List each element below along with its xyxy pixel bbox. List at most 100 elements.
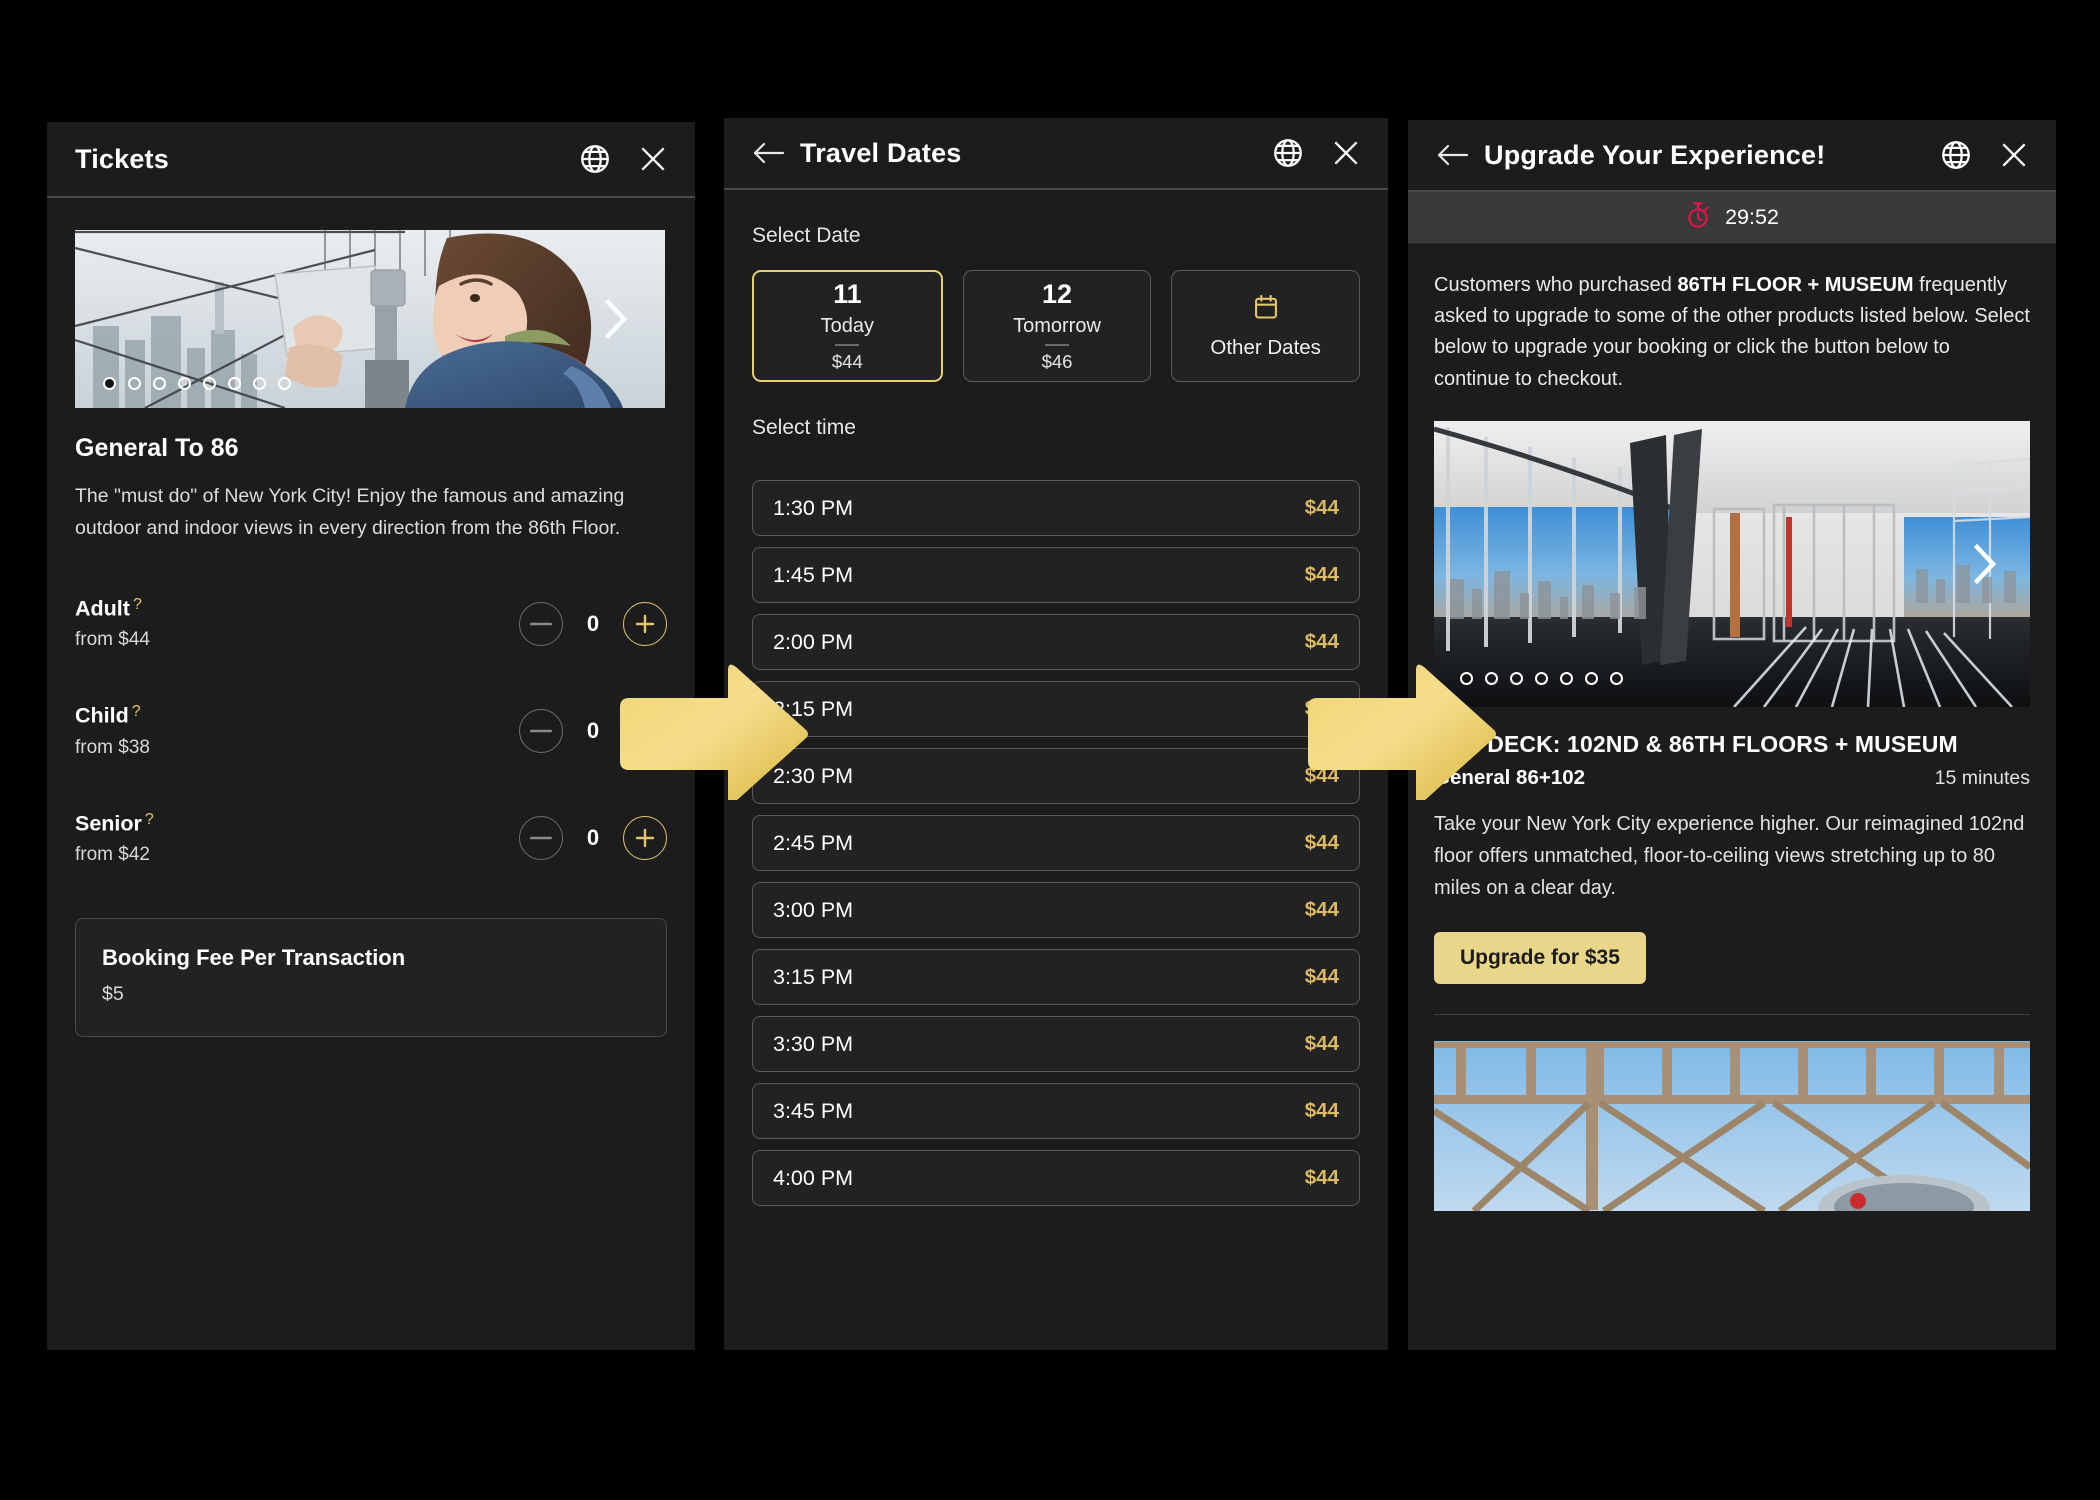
carousel-dot[interactable] (1510, 671, 1523, 685)
date-card-other[interactable]: Other Dates (1171, 270, 1361, 382)
time-price: $44 (1304, 563, 1339, 586)
time-slot[interactable]: 3:45 PM $44 (752, 1083, 1360, 1139)
chevron-right-icon[interactable] (601, 296, 631, 342)
carousel-dot[interactable] (1535, 671, 1548, 685)
carousel-dot[interactable] (278, 377, 291, 390)
carousel-dot[interactable] (203, 377, 216, 390)
header-icons (1270, 135, 1364, 171)
carousel-dots[interactable] (103, 377, 291, 390)
time-price: $44 (1304, 965, 1339, 988)
help-icon[interactable]: ? (145, 811, 154, 828)
time-slot[interactable]: 2:45 PM $44 (752, 815, 1360, 871)
carousel-dot[interactable] (228, 377, 241, 390)
time-slot[interactable]: 2:00 PM $44 (752, 614, 1360, 670)
upgrade-button[interactable]: Upgrade for $35 (1434, 931, 1646, 984)
page-title: Tickets (75, 143, 169, 174)
time-label: 3:45 PM (773, 1098, 854, 1123)
time-slot[interactable]: 3:30 PM $44 (752, 1016, 1360, 1072)
page-title: Upgrade Your Experience! (1484, 139, 1826, 170)
date-price: $46 (1041, 351, 1073, 372)
passenger-price: from $42 (75, 844, 150, 866)
product-carousel[interactable] (75, 230, 665, 408)
quantity-value: 0 (586, 610, 600, 636)
time-slot[interactable]: 4:00 PM $44 (752, 1150, 1360, 1206)
booking-fee-amount: $5 (102, 983, 124, 1006)
intro-part1: Customers who purchased (1434, 274, 1678, 296)
time-label: 1:30 PM (773, 495, 854, 520)
time-slot[interactable]: 3:15 PM $44 (752, 949, 1360, 1005)
decrement-button[interactable] (519, 601, 563, 646)
quantity-stepper: 0 (519, 601, 667, 646)
passenger-label-wrap: Senior? (75, 811, 154, 836)
time-label: 2:45 PM (773, 830, 854, 855)
time-price: $44 (1304, 630, 1339, 653)
date-price: $44 (831, 351, 863, 372)
checkout-timer: 29:52 (1408, 192, 2056, 244)
travel-dates-body: Select Date 11 Today $44 12 Tomorrow $46 (724, 224, 1388, 1206)
header-icons (577, 141, 671, 177)
passenger-label: Senior (75, 811, 142, 836)
increment-button[interactable] (623, 816, 667, 861)
upgrade-photo (1434, 420, 2030, 707)
globe-icon[interactable] (577, 141, 613, 177)
globe-icon[interactable] (1938, 137, 1974, 173)
intro-product-name: 86TH FLOOR + MUSEUM (1677, 274, 1914, 296)
date-card-today[interactable]: 11 Today $44 (752, 270, 943, 382)
time-slot[interactable]: 1:30 PM $44 (752, 480, 1360, 536)
divider (835, 344, 860, 346)
other-dates-label: Other Dates (1210, 335, 1321, 359)
passenger-price: from $44 (75, 629, 150, 651)
decrement-button[interactable] (519, 816, 563, 861)
time-slot[interactable]: 2:30 PM $44 (752, 748, 1360, 804)
upgrade-body: Customers who purchased 86TH FLOOR + MUS… (1408, 270, 2056, 1211)
quantity-value: 0 (586, 718, 600, 744)
close-icon[interactable] (1996, 137, 2032, 173)
carousel-dot[interactable] (128, 377, 141, 390)
travel-dates-panel: Travel Dates Select Date 11 Today $44 12… (724, 118, 1388, 1350)
carousel-dot[interactable] (103, 377, 116, 390)
calendar-icon (1252, 293, 1280, 326)
time-slot[interactable]: 1:45 PM $44 (752, 547, 1360, 603)
flow-arrow-right (1308, 664, 1496, 800)
date-options: 11 Today $44 12 Tomorrow $46 Other Dates (752, 270, 1361, 382)
time-price: $44 (1304, 898, 1339, 921)
timer-value: 29:52 (1725, 205, 1779, 229)
flow-arrow-right (620, 664, 808, 800)
date-number: 11 (833, 279, 862, 309)
increment-button[interactable] (623, 601, 667, 646)
chevron-right-icon[interactable] (1970, 541, 2000, 587)
passenger-label-wrap: Child? (75, 703, 150, 728)
time-slot[interactable]: 3:00 PM $44 (752, 882, 1360, 938)
upgrade-carousel[interactable] (1434, 420, 2030, 707)
arrow-left-icon[interactable] (746, 131, 790, 175)
passenger-label-wrap: Adult? (75, 596, 150, 621)
booking-fee-card: Booking Fee Per Transaction $5 (75, 918, 667, 1038)
time-label: 1:45 PM (773, 562, 854, 587)
help-icon[interactable]: ? (133, 596, 142, 613)
carousel-dot[interactable] (1610, 671, 1623, 685)
globe-icon[interactable] (1270, 135, 1306, 171)
arrow-left-icon[interactable] (1430, 133, 1474, 177)
divider (1045, 344, 1069, 346)
carousel-dot[interactable] (153, 377, 166, 390)
carousel-dot[interactable] (1585, 671, 1598, 685)
carousel-dot[interactable] (1560, 671, 1573, 685)
decrement-button[interactable] (519, 709, 563, 754)
help-icon[interactable]: ? (132, 703, 141, 720)
carousel-dot[interactable] (253, 377, 266, 390)
date-number: 12 (1041, 279, 1073, 309)
upgrade-panel: Upgrade Your Experience! 29:52 Customers… (1408, 120, 2056, 1350)
passenger-row-adult: Adult? from $44 0 (75, 596, 667, 651)
screenshot-stage: Tickets General To 86 The "must do" of N… (0, 0, 2100, 1500)
date-card-tomorrow[interactable]: 12 Tomorrow $46 (962, 270, 1152, 382)
close-icon[interactable] (635, 141, 671, 177)
carousel-dot[interactable] (178, 377, 191, 390)
time-slot[interactable]: 2:15 PM $44 (752, 681, 1360, 737)
next-offer-photo[interactable] (1434, 1040, 2030, 1211)
upgrade-intro: Customers who purchased 86TH FLOOR + MUS… (1434, 270, 2030, 395)
date-word: Today (820, 315, 875, 337)
close-icon[interactable] (1328, 135, 1364, 171)
tickets-header: Tickets (47, 122, 695, 198)
time-label: 3:30 PM (773, 1031, 854, 1056)
passenger-row-senior: Senior? from $42 0 (75, 811, 667, 866)
